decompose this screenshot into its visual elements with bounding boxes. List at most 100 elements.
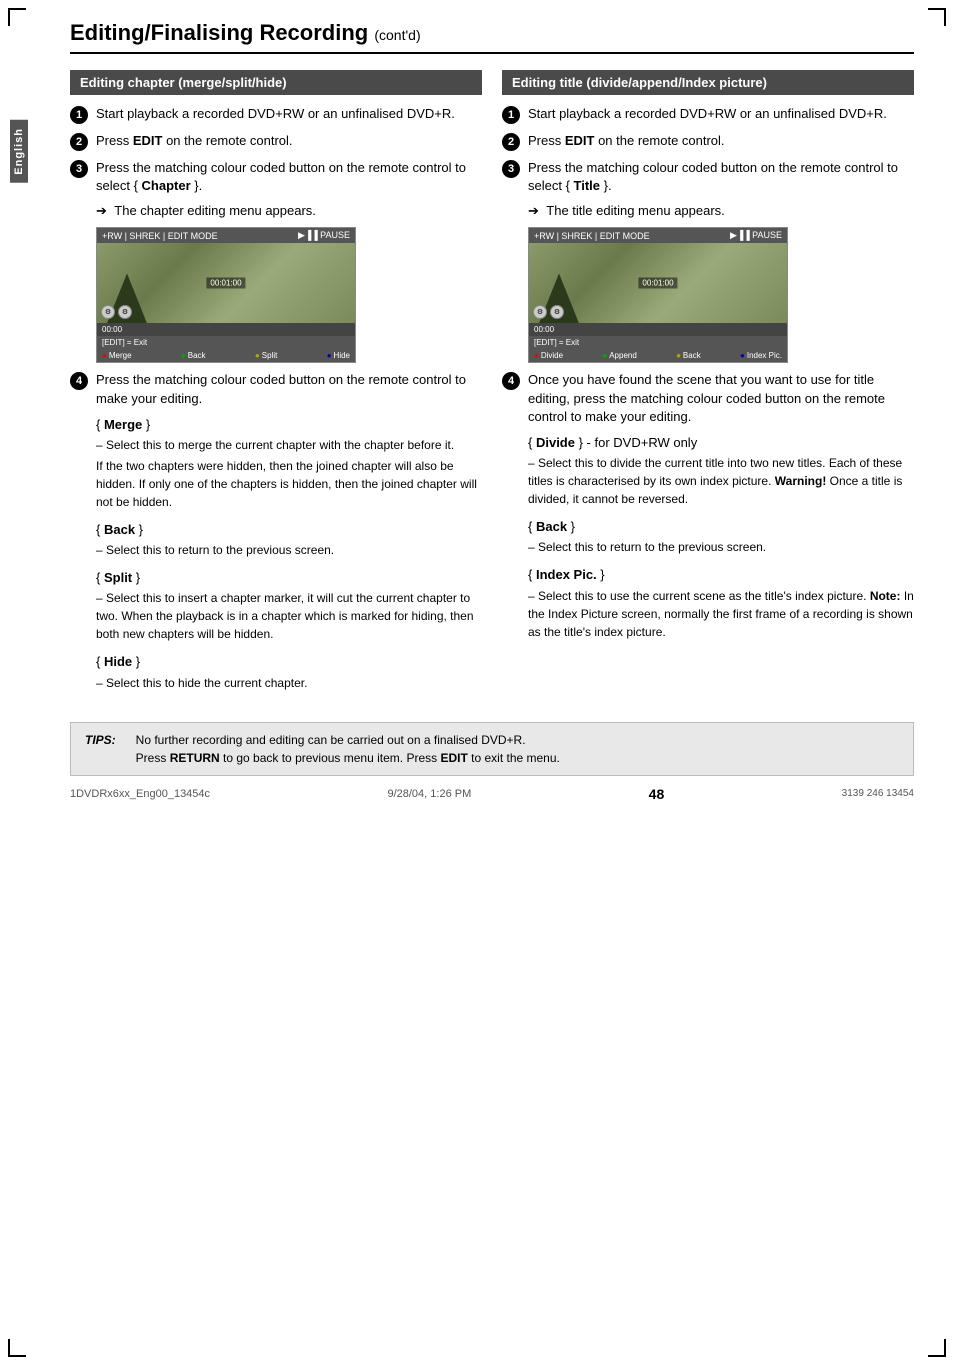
left-step-4-num: 4: [70, 372, 88, 390]
left-btn-split: ● Split: [255, 351, 277, 360]
right-section-header: Editing title (divide/append/Index pictu…: [502, 70, 914, 95]
tips-bar: TIPS: No further recording and editing c…: [70, 722, 914, 776]
left-btn-hide: ● Hide: [327, 351, 350, 360]
right-screen-image: 00:01:00 ⚙ ⚙: [529, 243, 787, 323]
sub-back-left: { Back } – Select this to return to the …: [96, 521, 482, 559]
left-btn-merge: ● Merge: [102, 351, 132, 360]
merge-desc: – Select this to merge the current chapt…: [96, 436, 482, 454]
merge-extra: If the two chapters were hidden, then th…: [96, 457, 482, 511]
right-screen-controls: ⚙ ⚙: [533, 305, 564, 319]
left-step-2: 2 Press EDIT on the remote control.: [70, 132, 482, 151]
dot-yellow-back: ●: [676, 351, 681, 360]
right-step-1-num: 1: [502, 106, 520, 124]
right-step-2: 2 Press EDIT on the remote control.: [502, 132, 914, 151]
right-step-1: 1 Start playback a recorded DVD+RW or an…: [502, 105, 914, 124]
left-screen-bar: +RW | SHREK | EDIT MODE ▶▐▐ PAUSE: [97, 228, 355, 243]
right-timebar-left: 00:00: [534, 325, 554, 334]
page-title: Editing/Finalising Recording (cont'd): [70, 20, 914, 54]
footer-filename: 1DVDRx6xx_Eng00_13454c: [70, 788, 210, 800]
right-dvd-screen: +RW | SHREK | EDIT MODE ▶▐▐ PAUSE 00:01:…: [528, 227, 788, 363]
index-pic-title: { Index Pic. }: [528, 566, 914, 584]
right-ctrl-btn-1: ⚙: [533, 305, 547, 319]
right-step-3-num: 3: [502, 160, 520, 178]
sidebar-label: English: [10, 120, 28, 183]
left-step-3-arrow: ➔ The chapter editing menu appears.: [96, 203, 482, 219]
hide-title: { Hide }: [96, 653, 482, 671]
right-sub-sections: { Divide } - for DVD+RW only – Select th…: [528, 434, 914, 641]
sub-split: { Split } – Select this to insert a chap…: [96, 569, 482, 643]
left-section-header: Editing chapter (merge/split/hide): [70, 70, 482, 95]
left-ctrl-btn-2: ⚙: [118, 305, 132, 319]
dot-yellow-split: ●: [255, 351, 260, 360]
hide-desc: – Select this to hide the current chapte…: [96, 674, 482, 692]
index-pic-desc: – Select this to use the current scene a…: [528, 587, 914, 641]
merge-title: { Merge }: [96, 416, 482, 434]
right-step-4-num: 4: [502, 372, 520, 390]
corner-mark-tl: [8, 8, 26, 26]
right-step-4-text: Once you have found the scene that you w…: [528, 371, 914, 426]
footer-date: 9/28/04, 1:26 PM: [387, 788, 471, 800]
right-screen-bar-left: +RW | SHREK | EDIT MODE: [534, 231, 650, 241]
corner-mark-bl: [8, 1339, 26, 1357]
left-step-4: 4 Press the matching colour coded button…: [70, 371, 482, 407]
right-screen-bar: +RW | SHREK | EDIT MODE ▶▐▐ PAUSE: [529, 228, 787, 243]
right-btn-index: ● Index Pic.: [740, 351, 782, 360]
left-column: Editing chapter (merge/split/hide) 1 Sta…: [70, 70, 482, 702]
split-desc: – Select this to insert a chapter marker…: [96, 589, 482, 643]
right-step-1-text: Start playback a recorded DVD+RW or an u…: [528, 105, 887, 123]
corner-mark-br: [928, 1339, 946, 1357]
contd-text: (cont'd): [374, 27, 420, 43]
sub-divide: { Divide } - for DVD+RW only – Select th…: [528, 434, 914, 508]
right-column: Editing title (divide/append/Index pictu…: [502, 70, 914, 702]
right-footer-exit: [EDIT] = Exit: [534, 338, 579, 347]
right-step-3: 3 Press the matching colour coded button…: [502, 159, 914, 195]
left-screen-timebar: 00:00: [97, 323, 355, 336]
left-step-3: 3 Press the matching colour coded button…: [70, 159, 482, 195]
dot-red-divide: ●: [534, 351, 539, 360]
back-right-title: { Back }: [528, 518, 914, 536]
left-screen-bar-right: ▶▐▐ PAUSE: [298, 230, 350, 241]
right-step-2-text: Press EDIT on the remote control.: [528, 132, 725, 150]
right-screen-bar-right: ▶▐▐ PAUSE: [730, 230, 782, 241]
page-footer: 1DVDRx6xx_Eng00_13454c 9/28/04, 1:26 PM …: [70, 786, 914, 802]
left-step-1: 1 Start playback a recorded DVD+RW or an…: [70, 105, 482, 124]
left-step-1-text: Start playback a recorded DVD+RW or an u…: [96, 105, 455, 123]
arrow-icon-right-3: ➔: [528, 203, 539, 218]
corner-mark-tr: [928, 8, 946, 26]
arrow-icon-3: ➔: [96, 203, 107, 218]
sub-merge: { Merge } – Select this to merge the cur…: [96, 416, 482, 511]
left-ctrl-btn-1: ⚙: [101, 305, 115, 319]
title-text: Editing/Finalising Recording: [70, 20, 368, 45]
right-step-3-arrow: ➔ The title editing menu appears.: [528, 203, 914, 219]
left-sub-sections: { Merge } – Select this to merge the cur…: [96, 416, 482, 692]
left-screen-footer: [EDIT] = Exit: [97, 336, 355, 349]
dot-green-append: ●: [602, 351, 607, 360]
left-btn-back: ● Back: [181, 351, 206, 360]
left-step-4-text: Press the matching colour coded button o…: [96, 371, 482, 407]
back-right-desc: – Select this to return to the previous …: [528, 538, 914, 556]
left-step-1-num: 1: [70, 106, 88, 124]
tips-label: TIPS:: [85, 731, 116, 767]
right-btn-divide: ● Divide: [534, 351, 563, 360]
left-step-2-num: 2: [70, 133, 88, 151]
left-screen-footer-buttons: ● Merge ● Back ● Split ● Hide: [97, 349, 355, 362]
back-left-title: { Back }: [96, 521, 482, 539]
dot-blue-hide: ●: [327, 351, 332, 360]
right-btn-back: ● Back: [676, 351, 701, 360]
left-screen-image: 00:01:00 ⚙ ⚙: [97, 243, 355, 323]
right-ctrl-btn-2: ⚙: [550, 305, 564, 319]
footer-page-num: 48: [649, 786, 665, 802]
sub-back-right: { Back } – Select this to return to the …: [528, 518, 914, 556]
left-screen-controls: ⚙ ⚙: [101, 305, 132, 319]
right-step-2-num: 2: [502, 133, 520, 151]
left-footer-exit: [EDIT] = Exit: [102, 338, 147, 347]
footer-product-code: 3139 246 13454: [842, 788, 914, 799]
left-step-3-text: Press the matching colour coded button o…: [96, 159, 482, 195]
left-step-3-num: 3: [70, 160, 88, 178]
right-btn-append: ● Append: [602, 351, 636, 360]
right-step-4: 4 Once you have found the scene that you…: [502, 371, 914, 426]
left-timebar-left: 00:00: [102, 325, 122, 334]
page: English Editing/Finalising Recording (co…: [0, 0, 954, 1365]
right-screen-footer: [EDIT] = Exit: [529, 336, 787, 349]
dot-blue-index: ●: [740, 351, 745, 360]
